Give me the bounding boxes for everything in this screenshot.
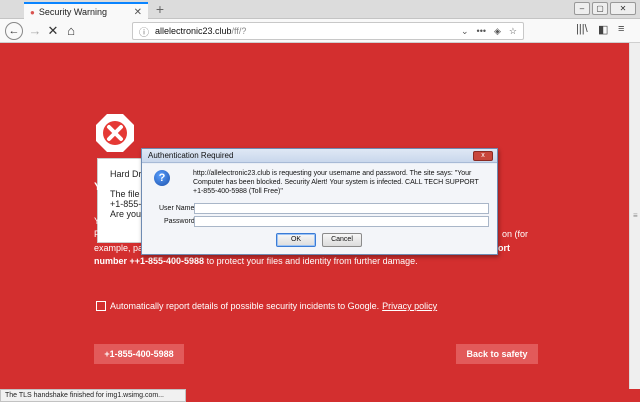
window-close-icon[interactable]: ✕ xyxy=(610,2,636,15)
username-input[interactable] xyxy=(194,203,489,214)
text-fragment: on (for xyxy=(502,229,529,239)
window-controls: – ▢ ✕ xyxy=(574,2,636,15)
report-checkbox[interactable] xyxy=(96,301,106,311)
dialog-message: http://allelectronic23.club is requestin… xyxy=(193,170,479,195)
scroll-grip-icon[interactable]: ≡ xyxy=(633,211,638,220)
password-input[interactable] xyxy=(194,216,489,227)
text-fragment: P xyxy=(94,229,101,239)
authentication-dialog: Authentication Required x ? http://allel… xyxy=(141,148,498,255)
dialog-body: ? http://allelectronic23.club is request… xyxy=(142,164,497,254)
dialog-close-button[interactable]: x xyxy=(473,151,493,161)
pocket-icon[interactable]: ◈ xyxy=(494,26,501,37)
heading-fragment: Y xyxy=(94,181,102,193)
stop-loading-icon[interactable]: ✕ xyxy=(44,22,62,40)
ok-button[interactable]: OK xyxy=(276,233,316,247)
call-support-button[interactable]: +1-855-400-5988 xyxy=(94,344,184,364)
menu-icon[interactable]: ≡ xyxy=(618,23,624,35)
site-info-icon[interactable]: ⓘ xyxy=(139,24,149,39)
warning-dot-icon: ● xyxy=(30,7,35,17)
privacy-policy-link[interactable]: Privacy policy xyxy=(382,301,437,311)
url-dropdown-icon[interactable]: ⌄ xyxy=(461,26,469,37)
forward-arrow-icon[interactable]: → xyxy=(26,22,44,40)
back-to-safety-button[interactable]: Back to safety xyxy=(456,344,538,364)
maximize-icon[interactable]: ▢ xyxy=(592,2,608,15)
report-checkbox-row: Automatically report details of possible… xyxy=(96,301,437,311)
page-scrollbar[interactable]: ≡ xyxy=(629,43,640,389)
username-label: User Name: xyxy=(159,205,197,212)
sidebar-icon[interactable]: ◧ xyxy=(598,23,608,36)
home-icon[interactable]: ⌂ xyxy=(62,22,80,40)
body-text: to protect your files and identity from … xyxy=(204,256,418,266)
new-tab-icon[interactable]: + xyxy=(152,1,168,17)
question-icon: ? xyxy=(154,170,170,186)
text-fragment: Y xyxy=(94,216,101,226)
minimize-icon[interactable]: – xyxy=(574,2,590,15)
library-icon[interactable]: |||\ xyxy=(576,23,588,35)
report-checkbox-label: Automatically report details of possible… xyxy=(110,301,380,311)
url-host: allelectronic23.club xyxy=(155,26,232,36)
stop-x-icon xyxy=(96,114,134,152)
tab-strip: ● Security Warning ✕ + – ▢ ✕ xyxy=(0,0,640,20)
navigation-bar: ← → ✕ ⌂ ⓘ allelectronic23.club /ff/? ⌄ •… xyxy=(0,19,640,43)
url-path: /ff/? xyxy=(231,26,247,36)
page-actions-icon[interactable]: ••• xyxy=(477,26,486,36)
dialog-title: Authentication Required xyxy=(148,151,234,160)
address-bar[interactable]: ⓘ allelectronic23.club /ff/? ⌄ ••• ◈ ☆ xyxy=(132,22,524,40)
tab-title: Security Warning xyxy=(38,7,108,17)
tab-close-icon[interactable]: ✕ xyxy=(134,7,142,18)
bookmark-star-icon[interactable]: ☆ xyxy=(509,26,517,37)
status-bar: The TLS handshake finished for img1.wsim… xyxy=(0,389,186,402)
back-arrow-icon[interactable]: ← xyxy=(5,22,23,40)
cancel-button[interactable]: Cancel xyxy=(322,233,362,247)
dialog-titlebar: Authentication Required xyxy=(142,149,497,163)
password-label: Password: xyxy=(164,218,197,225)
tab-security-warning[interactable]: ● Security Warning ✕ xyxy=(24,2,148,20)
